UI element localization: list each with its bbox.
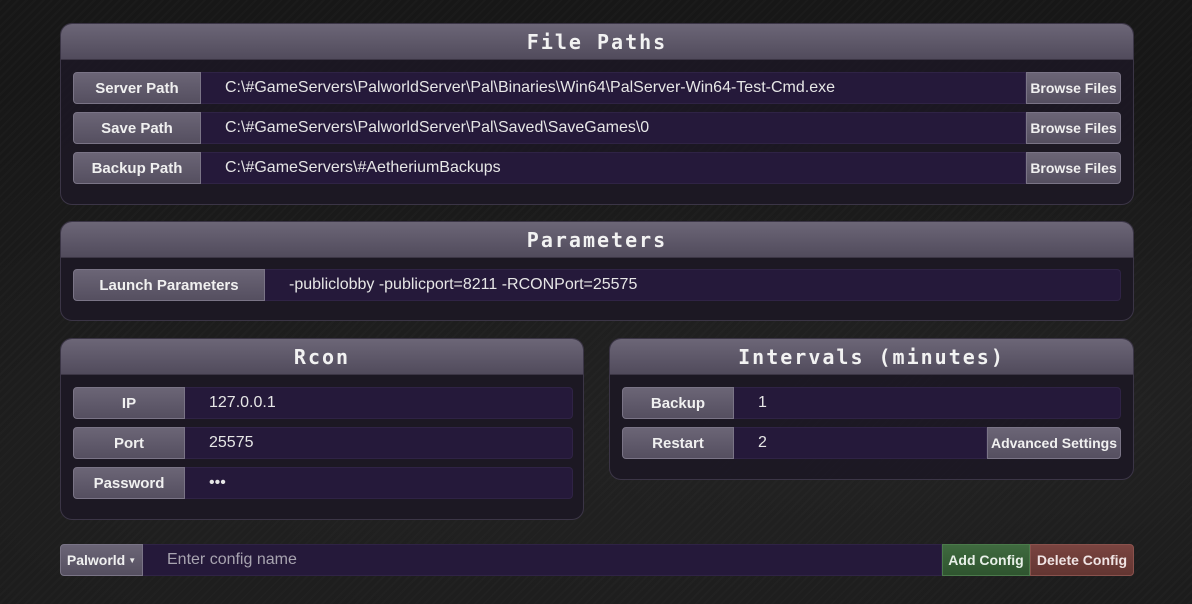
backup-interval-row: Backup 1	[622, 387, 1121, 419]
server-path-field[interactable]: C:\#GameServers\PalworldServer\Pal\Binar…	[201, 72, 1026, 104]
launch-parameters-row: Launch Parameters -publiclobby -publicpo…	[73, 269, 1121, 301]
caret-down-icon: ▼	[128, 555, 137, 565]
save-path-browse-button[interactable]: Browse Files	[1026, 112, 1121, 144]
rcon-title: Rcon	[61, 339, 583, 375]
file-paths-title: File Paths	[61, 24, 1133, 60]
rcon-panel: Rcon IP 127.0.0.1 Port 25575 Password ••…	[60, 338, 584, 520]
backup-path-field[interactable]: C:\#GameServers\#AetheriumBackups	[201, 152, 1026, 184]
server-path-button[interactable]: Server Path	[73, 72, 201, 104]
rcon-ip-field[interactable]: 127.0.0.1	[185, 387, 573, 419]
launch-parameters-button[interactable]: Launch Parameters	[73, 269, 265, 301]
parameters-title: Parameters	[61, 222, 1133, 258]
rcon-password-row: Password •••	[73, 467, 573, 499]
restart-interval-row: Restart 2 Advanced Settings	[622, 427, 1121, 459]
backup-path-browse-button[interactable]: Browse Files	[1026, 152, 1121, 184]
rcon-password-button[interactable]: Password	[73, 467, 185, 499]
save-path-field[interactable]: C:\#GameServers\PalworldServer\Pal\Saved…	[201, 112, 1026, 144]
rcon-port-row: Port 25575	[73, 427, 573, 459]
backup-interval-field[interactable]: 1	[734, 387, 1121, 419]
server-path-browse-button[interactable]: Browse Files	[1026, 72, 1121, 104]
game-select-dropdown[interactable]: Palworld ▼	[60, 544, 143, 576]
restart-interval-button[interactable]: Restart	[622, 427, 734, 459]
advanced-settings-button[interactable]: Advanced Settings	[987, 427, 1121, 459]
delete-config-button[interactable]: Delete Config	[1030, 544, 1134, 576]
rcon-password-field[interactable]: •••	[185, 467, 573, 499]
game-select-label: Palworld	[66, 552, 126, 568]
launch-parameters-field[interactable]: -publiclobby -publicport=8211 -RCONPort=…	[265, 269, 1121, 301]
file-paths-panel: File Paths Server Path C:\#GameServers\P…	[60, 23, 1134, 205]
backup-path-row: Backup Path C:\#GameServers\#AetheriumBa…	[73, 152, 1121, 184]
server-path-row: Server Path C:\#GameServers\PalworldServ…	[73, 72, 1121, 104]
rcon-ip-button[interactable]: IP	[73, 387, 185, 419]
rcon-ip-row: IP 127.0.0.1	[73, 387, 573, 419]
intervals-title: Intervals (minutes)	[610, 339, 1133, 375]
backup-path-button[interactable]: Backup Path	[73, 152, 201, 184]
save-path-row: Save Path C:\#GameServers\PalworldServer…	[73, 112, 1121, 144]
backup-interval-button[interactable]: Backup	[622, 387, 734, 419]
config-name-input[interactable]	[143, 544, 942, 576]
save-path-button[interactable]: Save Path	[73, 112, 201, 144]
rcon-port-button[interactable]: Port	[73, 427, 185, 459]
config-bar: Palworld ▼ Add Config Delete Config	[60, 544, 1134, 576]
intervals-panel: Intervals (minutes) Backup 1 Restart 2 A…	[609, 338, 1134, 480]
restart-interval-field[interactable]: 2	[734, 427, 987, 459]
add-config-button[interactable]: Add Config	[942, 544, 1030, 576]
rcon-port-field[interactable]: 25575	[185, 427, 573, 459]
parameters-panel: Parameters Launch Parameters -publiclobb…	[60, 221, 1134, 321]
